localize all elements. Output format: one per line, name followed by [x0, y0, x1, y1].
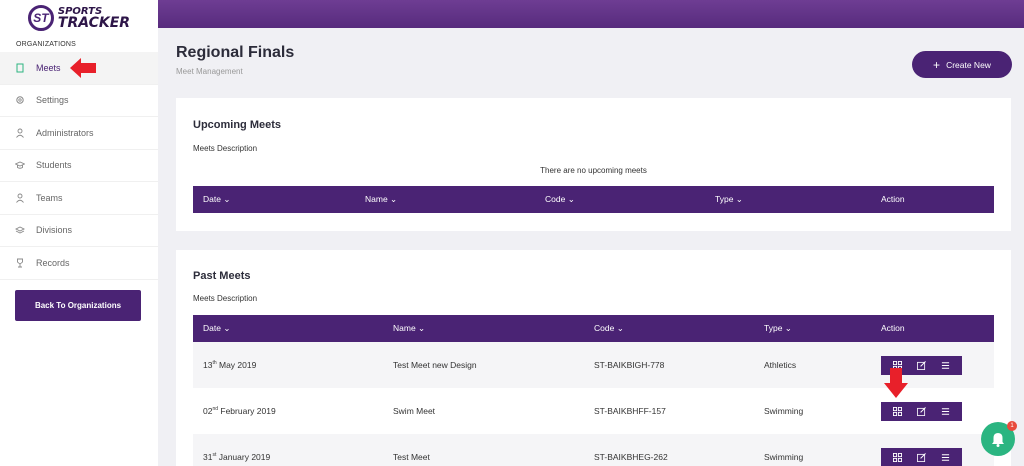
annotation-arrow-down-icon — [884, 368, 908, 398]
menu-icon[interactable] — [939, 359, 953, 373]
upcoming-meets-card: Upcoming Meets Meets Description There a… — [176, 98, 1011, 231]
sidebar-item-administrators[interactable]: Administrators — [0, 117, 158, 150]
sidebar-item-settings[interactable]: Settings — [0, 85, 158, 117]
layers-icon — [14, 224, 26, 236]
column-header-date[interactable]: Date ⌄ — [203, 186, 230, 213]
cell-code: ST-BAIKBHFF-157 — [594, 406, 666, 416]
notification-count-badge: 1 — [1007, 421, 1017, 431]
trophy-icon — [14, 257, 26, 269]
cell-type: Swimming — [764, 406, 804, 416]
column-header-name[interactable]: Name ⌄ — [365, 186, 397, 213]
page-subtitle: Meet Management — [176, 67, 243, 76]
back-to-organizations-button[interactable]: Back To Organizations — [15, 290, 141, 321]
grid-view-icon[interactable] — [890, 405, 904, 419]
edit-icon[interactable] — [914, 405, 928, 419]
column-header-code[interactable]: Code ⌄ — [594, 315, 624, 342]
column-header-action: Action — [881, 194, 905, 204]
team-icon — [14, 192, 26, 204]
sidebar-item-records[interactable]: Records — [0, 247, 158, 280]
table-row: 13th May 2019 Test Meet new Design ST-BA… — [193, 342, 994, 388]
gear-icon — [14, 94, 26, 106]
table-row: 31st January 2019 Test Meet ST-BAIKBHEG-… — [193, 434, 994, 466]
plus-icon: + — [933, 57, 941, 72]
column-header-type[interactable]: Type ⌄ — [715, 186, 743, 213]
sidebar-item-students[interactable]: Students — [0, 150, 158, 182]
cell-name: Swim Meet — [393, 406, 436, 416]
table-row: 02nd February 2019 Swim Meet ST-BAIKBHFF… — [193, 388, 994, 434]
column-header-type[interactable]: Type ⌄ — [764, 315, 792, 342]
cell-date: 13th May 2019 — [203, 360, 257, 370]
sidebar-item-label: Teams — [36, 192, 63, 203]
book-icon — [14, 62, 26, 74]
row-actions — [881, 448, 962, 466]
menu-icon[interactable] — [939, 451, 953, 465]
logo-mark-icon: ST — [27, 5, 54, 31]
sidebar-item-label: Divisions — [36, 225, 73, 236]
column-header-name[interactable]: Name ⌄ — [393, 315, 425, 342]
bell-icon — [992, 432, 1004, 447]
column-header-action: Action — [881, 323, 905, 333]
edit-icon[interactable] — [914, 359, 928, 373]
cell-date: 02nd February 2019 — [203, 406, 276, 416]
sidebar-item-label: Meets — [36, 62, 61, 73]
row-actions — [881, 402, 962, 421]
cell-code: ST-BAIKBHEG-262 — [594, 452, 668, 462]
sidebar-item-label: Records — [36, 257, 70, 268]
past-meets-title: Past Meets — [193, 270, 251, 282]
grid-view-icon[interactable] — [890, 451, 904, 465]
create-new-button[interactable]: + Create New — [912, 51, 1012, 78]
menu-icon[interactable] — [939, 405, 953, 419]
sidebar-item-divisions[interactable]: Divisions — [0, 215, 158, 247]
sidebar-section-label: ORGANIZATIONS — [16, 41, 77, 48]
sidebar-item-label: Administrators — [36, 127, 94, 138]
past-meets-card: Past Meets Meets Description Date ⌄ Name… — [176, 250, 1011, 466]
column-header-code[interactable]: Code ⌄ — [545, 186, 575, 213]
create-new-label: Create New — [946, 59, 991, 70]
user-icon — [14, 127, 26, 139]
graduation-cap-icon — [14, 159, 26, 171]
brand-line2: TRACKER — [57, 15, 131, 31]
empty-state-message: There are no upcoming meets — [540, 166, 647, 175]
brand-logo[interactable]: ST SPORTS TRACKER — [0, 0, 158, 36]
upcoming-meets-description: Meets Description — [193, 144, 258, 153]
sidebar-item-teams[interactable]: Teams — [0, 182, 158, 215]
sidebar-item-label: Settings — [36, 95, 69, 106]
column-header-date[interactable]: Date ⌄ — [203, 315, 230, 342]
cell-date: 31st January 2019 — [203, 452, 271, 462]
cell-name: Test Meet new Design — [393, 360, 477, 370]
sidebar-item-label: Students — [36, 160, 72, 171]
cell-name: Test Meet — [393, 452, 430, 462]
edit-icon[interactable] — [914, 451, 928, 465]
annotation-arrow-left-icon — [70, 58, 96, 78]
top-bar — [158, 0, 1024, 28]
upcoming-table-header: Date ⌄ Name ⌄ Code ⌄ Type ⌄ Action — [193, 186, 994, 213]
past-table-header: Date ⌄ Name ⌄ Code ⌄ Type ⌄ Action — [193, 315, 994, 342]
page-title: Regional Finals — [176, 44, 295, 61]
past-meets-description: Meets Description — [193, 294, 258, 303]
cell-code: ST-BAIKBIGH-778 — [594, 360, 665, 370]
upcoming-meets-title: Upcoming Meets — [193, 119, 282, 131]
cell-type: Athletics — [764, 360, 797, 370]
cell-type: Swimming — [764, 452, 804, 462]
